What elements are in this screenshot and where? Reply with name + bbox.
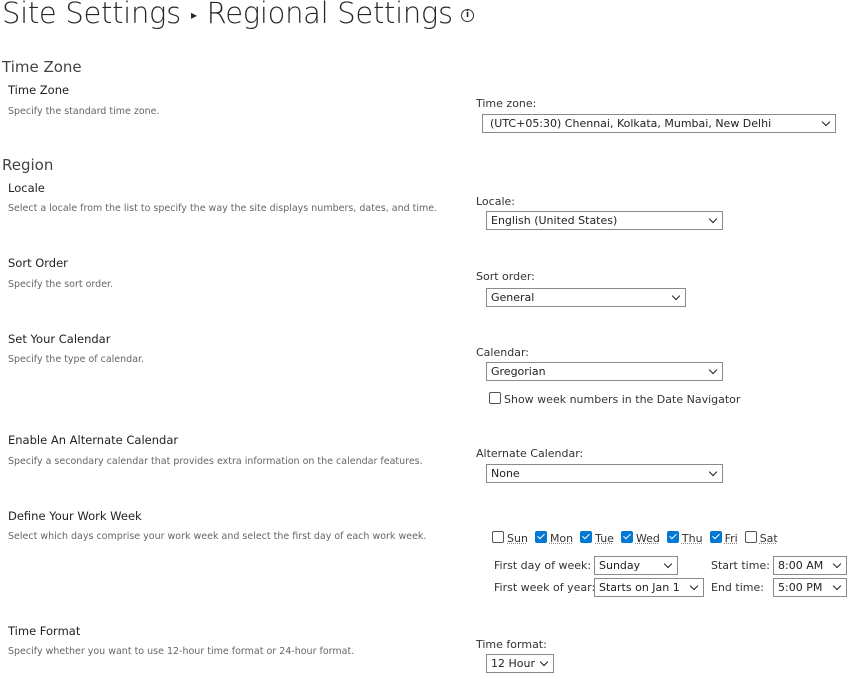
locale-field-label: Locale:	[476, 195, 515, 208]
breadcrumb-separator-icon: ▸	[191, 8, 197, 22]
time-zone-field-label: Time zone:	[476, 97, 536, 110]
chevron-down-icon	[540, 658, 548, 666]
first-day-label: First day of week:	[494, 559, 591, 572]
day-label: Thu	[682, 532, 703, 545]
work-day-wed[interactable]: Wed	[621, 527, 667, 546]
first-week-label: First week of year:	[494, 581, 595, 594]
first-day-select[interactable]: Sunday	[594, 556, 678, 575]
checkbox[interactable]	[745, 531, 757, 543]
chevron-down-icon	[690, 582, 698, 590]
info-icon[interactable]: i	[461, 9, 474, 22]
end-time-value: 5:00 PM	[778, 581, 822, 594]
first-week-value: Starts on Jan 1	[599, 581, 680, 594]
time-format-desc: Specify whether you want to use 12-hour …	[8, 646, 354, 657]
alt-calendar-select[interactable]: None	[486, 464, 723, 483]
sort-order-select[interactable]: General	[486, 288, 686, 307]
chevron-down-icon	[664, 560, 672, 568]
time-format-select[interactable]: 12 Hour	[486, 654, 554, 673]
work-day-sat[interactable]: Sat	[745, 527, 785, 546]
calendar-desc: Specify the type of calendar.	[8, 354, 144, 365]
chevron-down-icon	[833, 582, 841, 590]
week-numbers-checkbox[interactable]	[489, 392, 501, 404]
sort-order-desc: Specify the sort order.	[8, 279, 113, 290]
day-label: Sat	[760, 532, 778, 545]
first-week-select[interactable]: Starts on Jan 1	[594, 578, 704, 597]
chevron-down-icon	[672, 292, 680, 300]
locale-value: English (United States)	[491, 214, 617, 227]
calendar-select[interactable]: Gregorian	[486, 362, 723, 381]
day-label: Wed	[636, 532, 660, 545]
day-label: Sun	[507, 532, 528, 545]
checkbox[interactable]	[667, 531, 679, 543]
calendar-value: Gregorian	[491, 365, 546, 378]
sort-order-field-label: Sort order:	[476, 270, 535, 283]
work-day-sun[interactable]: Sun	[492, 527, 535, 546]
day-label: Mon	[550, 532, 573, 545]
section-heading-region: Region	[2, 156, 53, 174]
chevron-down-icon	[822, 118, 830, 126]
work-week-label: Define Your Work Week	[8, 509, 142, 523]
time-format-label: Time Format	[8, 624, 80, 638]
breadcrumb-regional-settings: Regional Settings	[207, 0, 453, 30]
start-time-select[interactable]: 8:00 AM	[773, 556, 847, 575]
time-zone-desc: Specify the standard time zone.	[8, 106, 160, 117]
work-day-tue[interactable]: Tue	[580, 527, 621, 546]
alt-calendar-label: Enable An Alternate Calendar	[8, 433, 178, 447]
checkbox[interactable]	[710, 531, 722, 543]
page-title: Site Settings ▸ Regional Settings i	[2, 0, 474, 30]
locale-label: Locale	[8, 181, 45, 195]
time-format-value: 12 Hour	[491, 657, 535, 670]
alt-calendar-field-label: Alternate Calendar:	[476, 447, 583, 460]
sort-order-label: Sort Order	[8, 256, 68, 270]
chevron-down-icon	[709, 468, 717, 476]
alt-calendar-desc: Specify a secondary calendar that provid…	[8, 456, 423, 467]
work-day-thu[interactable]: Thu	[667, 527, 710, 546]
work-day-fri[interactable]: Fri	[710, 527, 745, 546]
work-day-mon[interactable]: Mon	[535, 527, 580, 546]
alt-calendar-value: None	[491, 467, 520, 480]
checkbox[interactable]	[492, 531, 504, 543]
end-time-label: End time:	[711, 581, 764, 594]
section-heading-time-zone: Time Zone	[2, 58, 82, 76]
time-format-field-label: Time format:	[476, 638, 547, 651]
end-time-select[interactable]: 5:00 PM	[773, 578, 847, 597]
week-numbers-option[interactable]: Show week numbers in the Date Navigator	[489, 392, 740, 406]
week-numbers-label: Show week numbers in the Date Navigator	[504, 393, 740, 406]
time-zone-label: Time Zone	[8, 83, 69, 97]
calendar-field-label: Calendar:	[476, 346, 529, 359]
checkbox[interactable]	[621, 531, 633, 543]
start-time-label: Start time:	[711, 559, 770, 572]
locale-select[interactable]: English (United States)	[486, 211, 723, 230]
chevron-down-icon	[709, 366, 717, 374]
work-week-desc: Select which days comprise your work wee…	[8, 531, 426, 542]
sort-order-value: General	[491, 291, 534, 304]
checkbox[interactable]	[535, 531, 547, 543]
day-label: Tue	[595, 532, 614, 545]
day-label: Fri	[725, 532, 738, 545]
locale-desc: Select a locale from the list to specify…	[8, 203, 437, 214]
checkbox[interactable]	[580, 531, 592, 543]
breadcrumb-site-settings[interactable]: Site Settings	[2, 0, 181, 30]
time-zone-value: (UTC+05:30) Chennai, Kolkata, Mumbai, Ne…	[487, 117, 771, 130]
chevron-down-icon	[833, 560, 841, 568]
calendar-label: Set Your Calendar	[8, 332, 110, 346]
work-days: Sun Mon Tue Wed Thu Fri Sat	[492, 527, 785, 546]
first-day-value: Sunday	[599, 559, 640, 572]
start-time-value: 8:00 AM	[778, 559, 823, 572]
time-zone-select[interactable]: (UTC+05:30) Chennai, Kolkata, Mumbai, Ne…	[482, 114, 836, 133]
chevron-down-icon	[709, 215, 717, 223]
